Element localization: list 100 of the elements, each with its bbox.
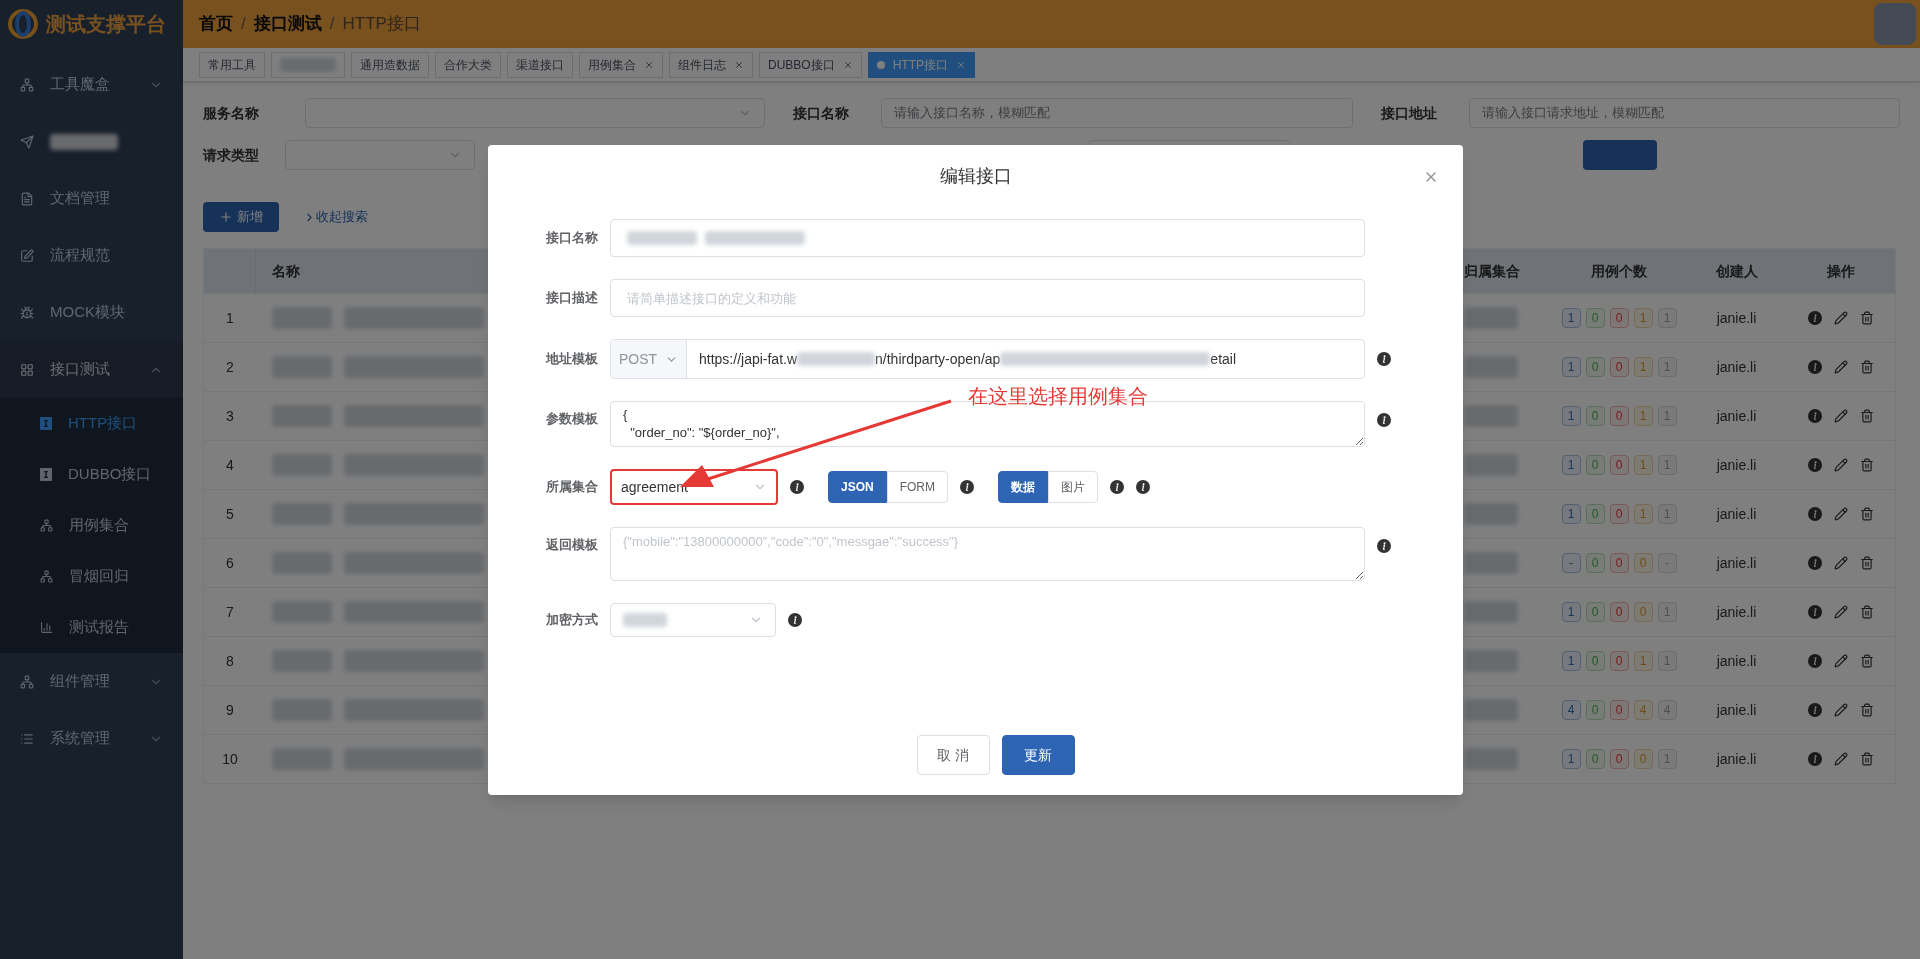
info-icon[interactable] (1377, 539, 1391, 553)
edit-icon[interactable] (1834, 458, 1848, 472)
form-label: 加密方式 (545, 611, 598, 630)
count-tag: 0 (1633, 553, 1653, 573)
row-index: 6 (225, 553, 235, 573)
redacted-text (1464, 307, 1518, 329)
edit-icon[interactable] (1834, 409, 1848, 423)
sidebar-item[interactable]: 接口测试 (0, 341, 183, 398)
toggle-option[interactable]: FORM (886, 471, 948, 503)
count-tag: 1 (1561, 651, 1581, 671)
menu-icon (20, 362, 34, 377)
cancel-button[interactable]: 取 消 (916, 735, 990, 775)
redacted-text (1464, 552, 1518, 574)
edit-icon[interactable] (1834, 556, 1848, 570)
row-index: 10 (221, 749, 239, 769)
delete-icon[interactable] (1860, 507, 1874, 521)
edit-icon[interactable] (1834, 507, 1848, 521)
close-icon[interactable] (644, 59, 654, 70)
toggle-option[interactable]: JSON (828, 471, 887, 503)
redacted-text (623, 613, 667, 627)
edit-icon[interactable] (1834, 654, 1848, 668)
info-icon[interactable] (1377, 352, 1391, 366)
count-tag: 0 (1585, 651, 1605, 671)
delete-icon[interactable] (1860, 311, 1874, 325)
breadcrumb-item[interactable]: 接口测试 (253, 11, 322, 37)
submenu-item[interactable]: DUBBO接口 (0, 449, 183, 500)
menu-icon (40, 570, 53, 583)
info-icon[interactable] (1377, 413, 1391, 427)
count-tag: 0 (1609, 455, 1629, 475)
toggle-option[interactable]: 数据 (998, 471, 1048, 503)
breadcrumb-item[interactable]: 首页 (199, 11, 233, 37)
delete-icon[interactable] (1860, 654, 1874, 668)
submenu-item[interactable]: 测试报告 (0, 602, 183, 653)
sidebar-item[interactable]: 系统管理 (0, 710, 183, 767)
count-tag: 1 (1633, 455, 1653, 475)
return-template-textarea[interactable]: {"mobile":"13800000000","code":"0","messgae":"success"} (610, 527, 1365, 581)
sidebar-item[interactable]: 组件管理 (0, 653, 183, 710)
page-tab[interactable]: HTTP接口 (867, 51, 976, 78)
creator-cell-text: janie.li (1715, 308, 1758, 328)
delete-icon[interactable] (1860, 556, 1874, 570)
form-label: 返回模板 (545, 536, 598, 554)
info-icon[interactable] (788, 613, 802, 627)
breadcrumb-item[interactable]: HTTP接口 (342, 11, 421, 37)
sidebar-item[interactable]: MOCK模块 (0, 284, 183, 341)
filter-label: 接口名称 (793, 103, 850, 123)
page-tab[interactable]: DUBBO接口 (759, 51, 862, 78)
submenu-item[interactable]: HTTP接口 (0, 398, 183, 449)
count-tag: 4 (1633, 700, 1653, 720)
sidebar-item[interactable]: 文档管理 (0, 170, 183, 227)
page-tab[interactable]: 合作大类 (435, 51, 501, 78)
page-tab[interactable]: 渠道接口 (507, 51, 573, 78)
sidebar-item[interactable]: 流程规范 (0, 227, 183, 284)
creator-cell-text: janie.li (1715, 504, 1758, 524)
info-icon[interactable] (790, 480, 804, 494)
name-input[interactable]: 请输入接口名称，模糊匹配 (881, 98, 1353, 128)
edit-icon[interactable] (1834, 703, 1848, 717)
toggle-option[interactable]: 图片 (1048, 471, 1098, 503)
row-index: 4 (225, 455, 235, 475)
edit-icon[interactable] (1834, 605, 1848, 619)
form-label: 地址模板 (544, 350, 598, 369)
logo-icon (8, 9, 38, 39)
count-tag: 1 (1633, 504, 1653, 524)
address-input[interactable]: 请输入接口请求地址，模糊匹配 (1469, 98, 1900, 128)
row-index: 8 (225, 651, 235, 671)
info-icon[interactable] (960, 480, 974, 494)
redacted-text (50, 133, 118, 150)
delete-icon[interactable] (1860, 409, 1874, 423)
name-input[interactable] (610, 219, 1365, 257)
delete-icon[interactable] (1860, 458, 1874, 472)
close-icon[interactable] (734, 59, 744, 70)
count-tag: 0 (1633, 749, 1653, 769)
delete-icon[interactable] (1860, 703, 1874, 717)
count-tag: 0 (1585, 504, 1605, 524)
edit-icon[interactable] (1834, 752, 1848, 766)
page-tab[interactable]: 常用工具 (199, 51, 265, 78)
collapse-search-link[interactable]: 收起搜索 (303, 207, 368, 227)
submenu-item[interactable]: 用例集合 (0, 500, 183, 551)
creator-cell-text: janie.li (1715, 749, 1758, 769)
page-tab[interactable]: 通用造数据 (351, 51, 429, 78)
method-select[interactable]: POST (611, 340, 687, 378)
sidebar-item[interactable]: 工具魔盒 (0, 56, 183, 113)
update-button[interactable]: 更新 (1001, 735, 1075, 775)
plus-icon (219, 210, 233, 224)
add-button[interactable]: 新增 (203, 202, 279, 232)
delete-icon[interactable] (1860, 605, 1874, 619)
info-icon[interactable] (1110, 480, 1124, 494)
page-tab[interactable]: 组件日志 (669, 51, 753, 78)
edit-icon[interactable] (1834, 360, 1848, 374)
count-tag: 1 (1561, 308, 1581, 328)
column-header: 名称 (271, 261, 301, 281)
info-icon[interactable] (1136, 480, 1150, 494)
page-tab[interactable]: 用例集合 (579, 51, 663, 78)
address-input[interactable]: POST https://japi-fat.w n/thirdparty-open/ap etail (610, 339, 1365, 379)
group-select[interactable]: agreement (613, 472, 775, 502)
delete-icon[interactable] (1860, 752, 1874, 766)
submenu-item[interactable]: 冒烟回归 (0, 551, 183, 602)
close-icon[interactable] (842, 59, 853, 70)
delete-icon[interactable] (1860, 360, 1874, 374)
edit-icon[interactable] (1834, 311, 1848, 325)
count-tag: 0 (1609, 357, 1629, 377)
